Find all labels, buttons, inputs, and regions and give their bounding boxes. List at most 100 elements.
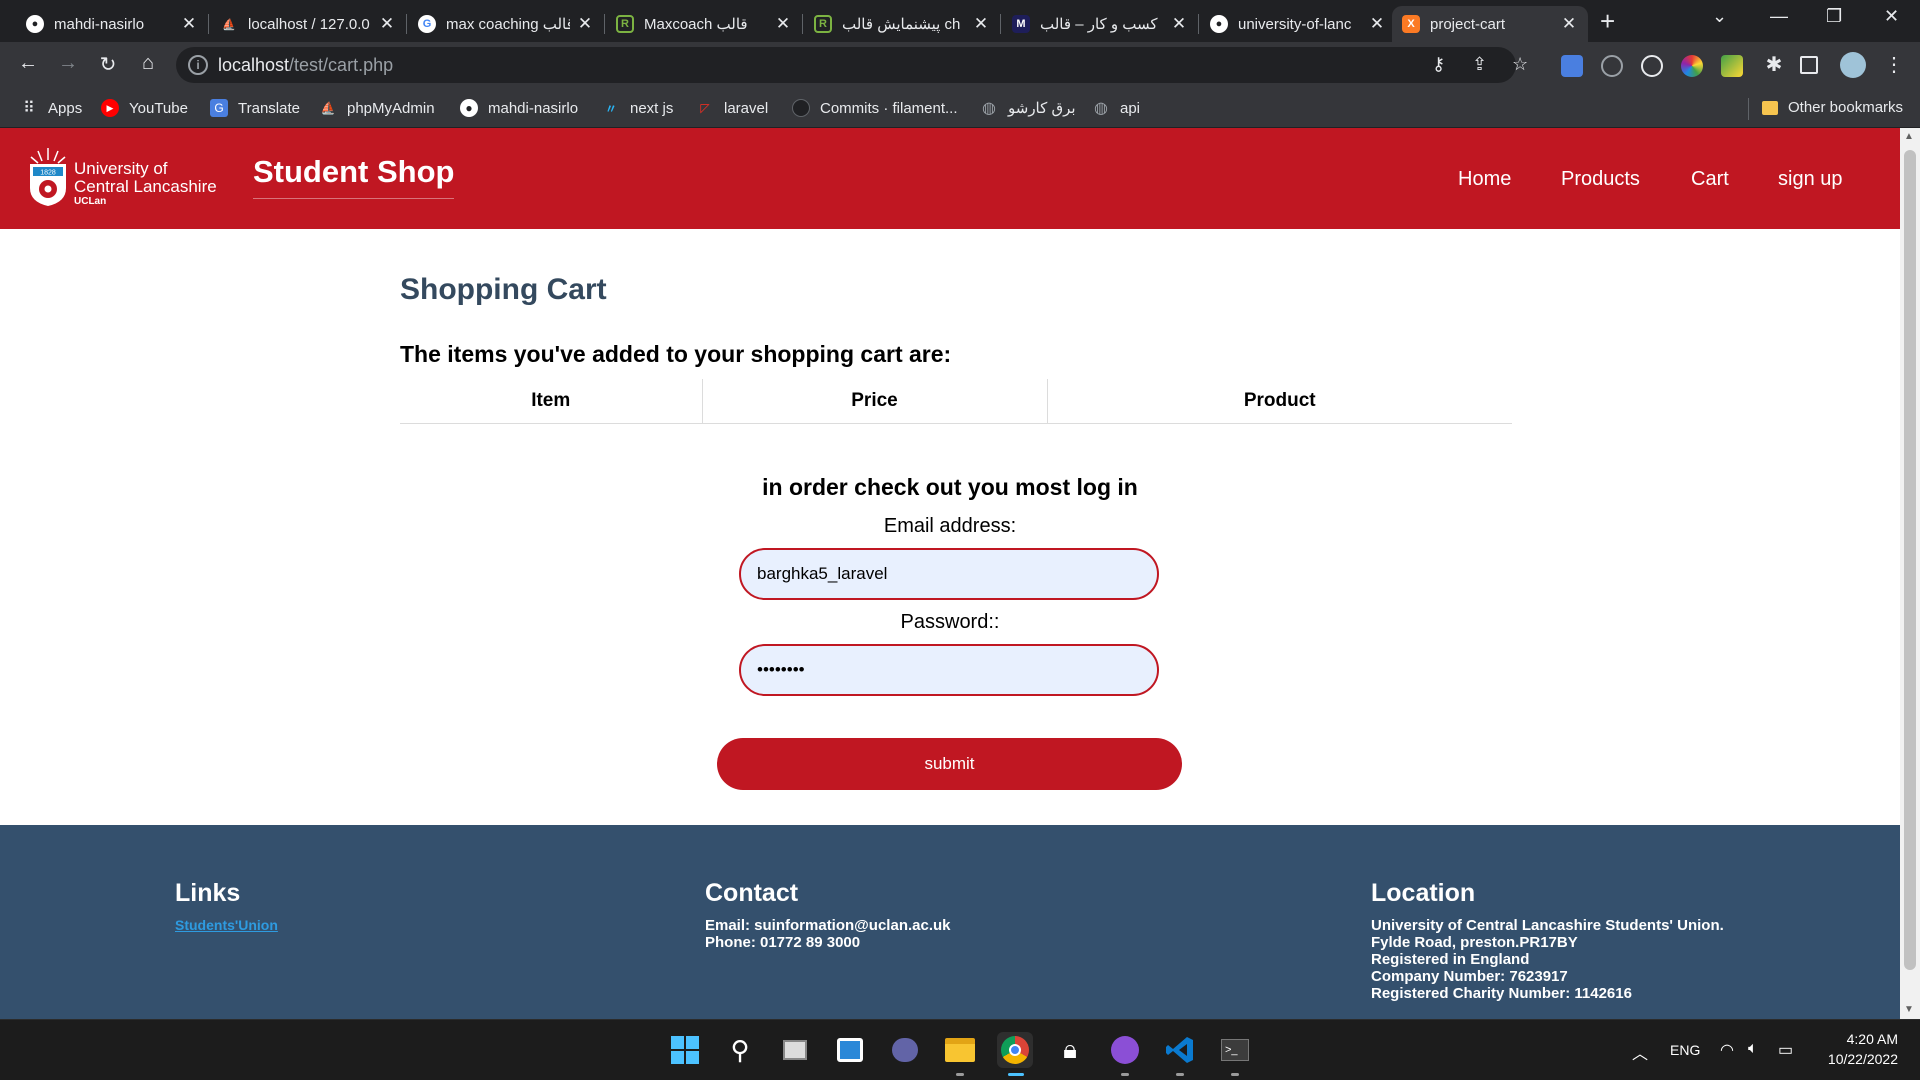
nav-products[interactable]: Products [1561, 168, 1640, 191]
tray-overflow-chevron-icon[interactable]: ︿ [1632, 1040, 1648, 1064]
avatar[interactable] [1840, 52, 1866, 78]
bookmark-youtube[interactable]: ▶ YouTube [101, 99, 188, 117]
terminal-icon[interactable]: >_ [1217, 1032, 1253, 1068]
globe-icon: ◍ [1094, 100, 1108, 117]
browser-tab[interactable]: ● university-of-lanc ✕ [1200, 6, 1396, 42]
bookmark-star-icon[interactable]: ☆ [1512, 54, 1528, 75]
extension-circle-icon[interactable] [1601, 55, 1623, 77]
site-info-icon[interactable]: i [188, 55, 208, 75]
shop-title[interactable]: Student Shop [253, 154, 455, 199]
browser-tab[interactable]: R Maxcoach قالب ✕ [606, 6, 803, 42]
close-icon[interactable]: ✕ [774, 14, 792, 34]
github-desktop-icon[interactable] [1107, 1032, 1143, 1068]
close-icon[interactable]: ✕ [1560, 14, 1578, 34]
bookmark-bargh[interactable]: ◍ برق کارشو [980, 99, 1076, 117]
apps-grid-icon: ⠿ [23, 100, 35, 117]
scroll-up-arrow-icon[interactable]: ▲ [1904, 131, 1914, 142]
scrollbar-thumb[interactable] [1904, 150, 1916, 970]
browser-toolbar: ← → ↻ ⌂ i localhost/test/cart.php ⚷ ⇪ ☆ … [0, 42, 1920, 90]
extension-icon[interactable] [1721, 55, 1743, 77]
translate-extension-icon[interactable] [1561, 55, 1583, 77]
bookmark-label: Commits · filament... [820, 99, 958, 117]
tab-search-chevron-icon[interactable]: ⌄ [1712, 6, 1727, 27]
browser-tab-active[interactable]: X project-cart ✕ [1392, 6, 1588, 42]
wordpress-extension-icon[interactable] [1641, 55, 1663, 77]
globe-icon: ◍ [982, 100, 996, 117]
address-bar[interactable]: i localhost/test/cart.php ⚷ ⇪ ☆ [176, 47, 1528, 83]
home-icon[interactable]: ⌂ [134, 52, 162, 75]
windows-start-icon[interactable] [667, 1032, 703, 1068]
scroll-down-arrow-icon[interactable]: ▼ [1904, 1004, 1914, 1015]
close-icon[interactable]: ✕ [576, 14, 594, 34]
contact-email: Email: suinformation@uclan.ac.uk [705, 917, 951, 934]
battery-icon[interactable]: ▭ [1778, 1040, 1793, 1060]
close-icon[interactable]: ✕ [972, 14, 990, 34]
puzzle-extensions-icon[interactable]: ✱ [1760, 52, 1788, 77]
search-icon[interactable]: ⚲ [722, 1032, 758, 1068]
clock-time[interactable]: 4:20 AM [1818, 1031, 1898, 1047]
browser-tab[interactable]: ⛵ localhost / 127.0.0 ✕ [210, 6, 407, 42]
close-icon[interactable]: ✕ [180, 14, 198, 34]
bookmark-apps[interactable]: ⠿ Apps [20, 99, 82, 118]
vscode-icon[interactable] [1162, 1032, 1198, 1068]
browser-tab[interactable]: ● mahdi-nasirlo ✕ [16, 6, 209, 42]
app-running-indicator [1231, 1073, 1239, 1076]
reload-icon[interactable]: ↻ [94, 52, 122, 77]
uclan-crest-icon: 1828 [30, 148, 66, 206]
new-tab-plus-icon[interactable]: + [1600, 8, 1615, 34]
file-explorer-icon[interactable] [942, 1032, 978, 1068]
nav-home[interactable]: Home [1458, 168, 1511, 191]
app-active-indicator [1008, 1073, 1024, 1076]
browser-tab[interactable]: R پیشنمایش قالب ch ✕ [804, 6, 1001, 42]
color-picker-extension-icon[interactable] [1681, 55, 1703, 77]
nav-sign-up[interactable]: sign up [1778, 168, 1843, 191]
bookmark-api[interactable]: ◍ api [1092, 99, 1140, 118]
tab-title: project-cart [1430, 15, 1506, 33]
window-close-icon[interactable]: ✕ [1884, 6, 1899, 27]
key-icon[interactable]: ⚷ [1432, 54, 1445, 75]
github-icon [792, 99, 810, 117]
browser-tab[interactable]: G max coaching قالب ✕ [408, 6, 605, 42]
url-text[interactable]: localhost/test/cart.php [218, 55, 393, 76]
location-line: Fylde Road, preston.PR17BY [1371, 934, 1578, 951]
students-union-link[interactable]: Students'Union [175, 917, 278, 933]
volume-icon[interactable]: 🔈︎ [1748, 1040, 1758, 1058]
teams-chat-icon[interactable] [887, 1032, 923, 1068]
kebab-menu-icon[interactable]: ⋮ [1880, 52, 1908, 77]
minimize-icon[interactable]: — [1770, 6, 1788, 27]
lock-app-icon[interactable]: 🔒︎ [1052, 1032, 1088, 1068]
close-icon[interactable]: ✕ [378, 14, 396, 34]
side-panel-icon[interactable] [1800, 56, 1818, 74]
wifi-icon[interactable]: ◠ [1720, 1040, 1734, 1060]
bookmark-phpmyadmin[interactable]: ⛵ phpMyAdmin [319, 99, 435, 117]
browser-tab[interactable]: M کسب و کار – قالب ✕ [1002, 6, 1199, 42]
m-site-icon: M [1012, 15, 1030, 33]
bookmark-nextjs[interactable]: 〃 next js [602, 99, 673, 117]
widgets-icon[interactable] [832, 1032, 868, 1068]
password-field[interactable] [739, 644, 1159, 696]
clock-date[interactable]: 10/22/2022 [1808, 1051, 1898, 1067]
back-arrow-icon[interactable]: ← [14, 52, 42, 75]
close-icon[interactable]: ✕ [1368, 14, 1386, 34]
chrome-icon[interactable] [997, 1032, 1033, 1068]
rtl-theme-icon: R [616, 15, 634, 33]
task-view-icon[interactable] [777, 1032, 813, 1068]
restore-icon[interactable]: ❐ [1826, 6, 1842, 27]
submit-button[interactable]: submit [717, 738, 1182, 790]
uclan-logo[interactable]: 1828 University of Central Lancashire UC… [28, 146, 217, 208]
translate-icon: G [210, 99, 228, 117]
forward-arrow-icon[interactable]: → [54, 52, 82, 75]
tab-title: localhost / 127.0.0 [248, 15, 370, 33]
bookmark-translate[interactable]: G Translate [210, 99, 300, 117]
tab-title: Maxcoach قالب [644, 16, 748, 33]
close-icon[interactable]: ✕ [1170, 14, 1188, 34]
email-field[interactable] [739, 548, 1159, 600]
nav-cart[interactable]: Cart [1691, 168, 1729, 191]
share-icon[interactable]: ⇪ [1472, 54, 1487, 75]
bookmark-other[interactable]: Other bookmarks [1762, 99, 1903, 116]
language-indicator[interactable]: ENG [1670, 1042, 1700, 1058]
bookmark-github[interactable]: ● mahdi-nasirlo [460, 99, 578, 117]
bookmark-commits[interactable]: Commits · filament... [792, 99, 958, 117]
folder-icon [1762, 100, 1778, 115]
bookmark-laravel[interactable]: ◸ laravel [696, 99, 768, 117]
